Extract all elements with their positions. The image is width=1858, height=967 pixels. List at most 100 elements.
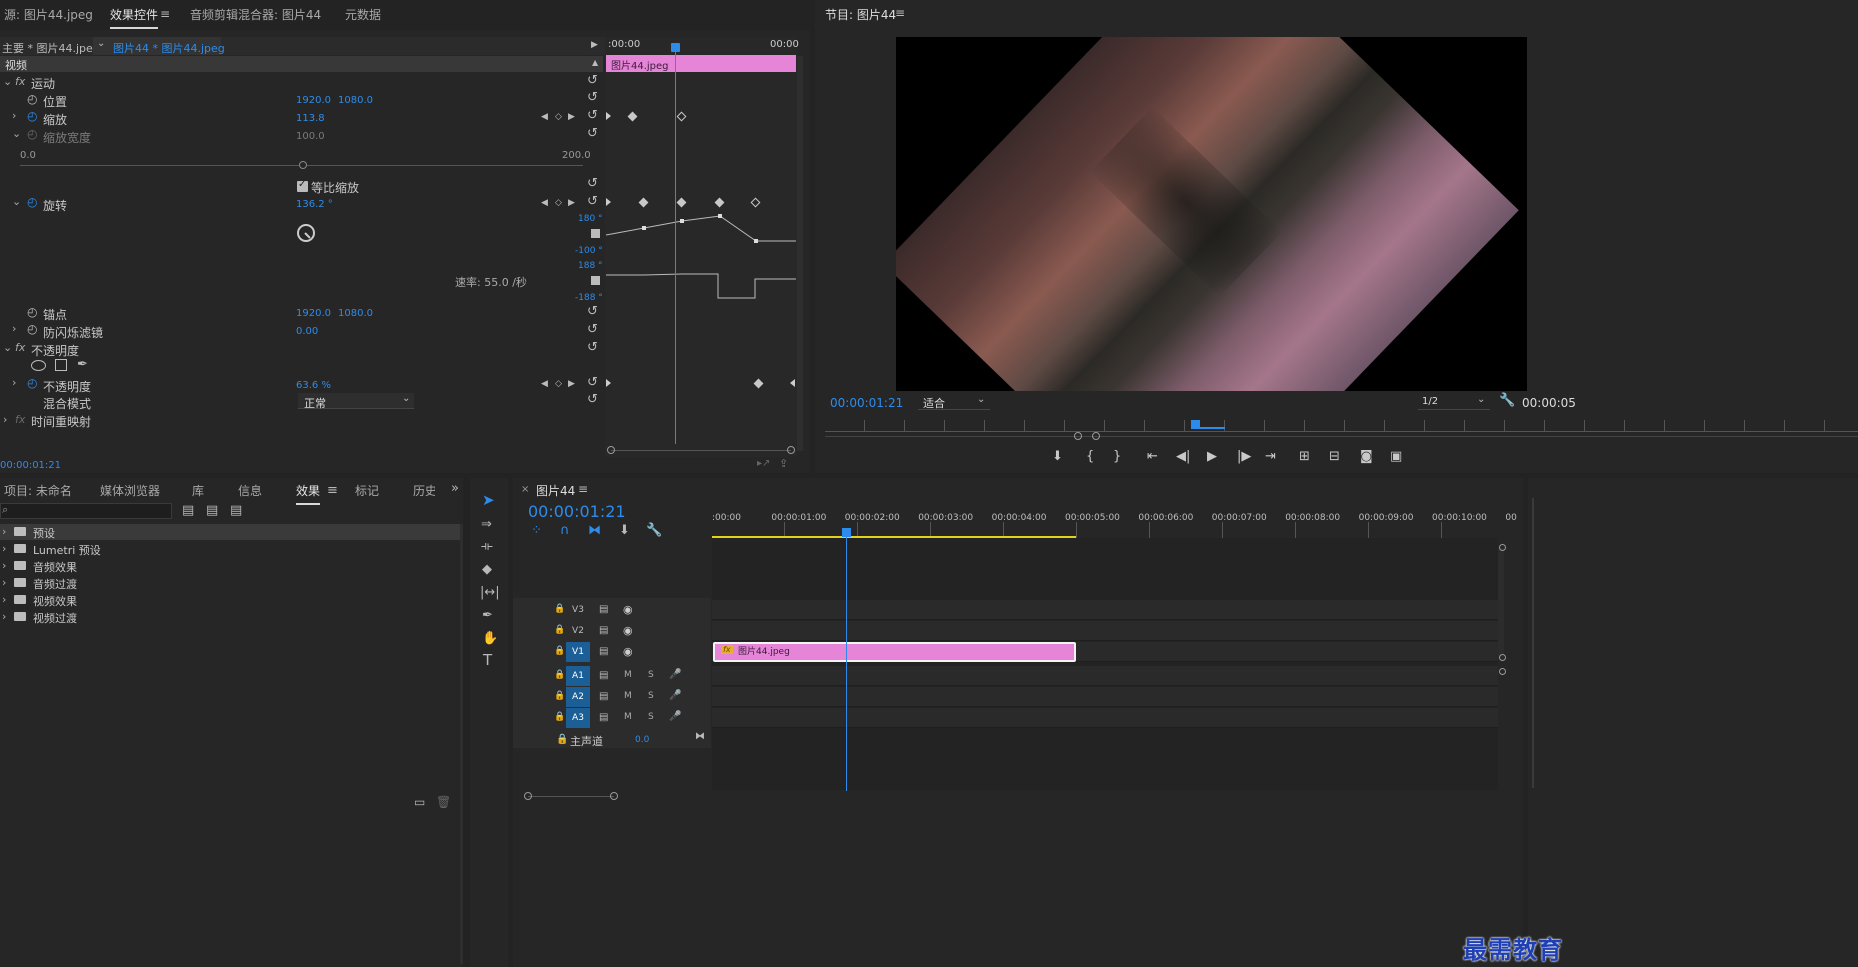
tab-history[interactable]: 历史 xyxy=(413,482,435,499)
go-to-out-icon[interactable]: ⇥ xyxy=(1265,450,1276,464)
list-item-label[interactable]: 视频过渡 xyxy=(33,610,77,626)
graph-toggle-icon[interactable] xyxy=(591,229,600,238)
expand-chevron-icon[interactable]: › xyxy=(2,559,6,572)
prev-keyframe-icon[interactable]: ◀ xyxy=(541,112,548,122)
tab-audio-clip-mixer[interactable]: 音频剪辑混合器: 图片44 xyxy=(190,6,321,23)
add-keyframe-icon[interactable]: ◇ xyxy=(555,112,562,122)
go-to-end-icon[interactable]: ⧓ xyxy=(695,731,705,742)
nest-icon[interactable]: ⁘ xyxy=(531,524,542,537)
scale-value[interactable]: 113.8 xyxy=(296,113,325,124)
expand-chevron-icon[interactable]: › xyxy=(12,109,16,122)
tab-effects[interactable]: 效果 xyxy=(296,482,321,505)
zoom-scroll-track[interactable] xyxy=(825,436,1858,437)
sync-lock-icon[interactable]: ▤ xyxy=(599,712,608,723)
sync-lock-icon[interactable]: ▤ xyxy=(599,646,608,657)
mini-playhead-head[interactable] xyxy=(671,43,680,52)
mark-out-icon[interactable]: } xyxy=(1113,450,1121,464)
tab-effect-controls[interactable]: 效果控件 xyxy=(110,6,159,29)
next-keyframe-icon[interactable]: ▶ xyxy=(568,198,575,208)
list-item-label[interactable]: 音频效果 xyxy=(33,559,77,575)
tab-media-browser[interactable]: 媒体浏览器 xyxy=(100,482,160,499)
pen-tool-icon[interactable]: ✒ xyxy=(482,609,493,622)
position-x-value[interactable]: 1920.0 xyxy=(296,95,331,106)
track-select-icon[interactable]: ⇒ xyxy=(481,518,492,531)
solo-button[interactable]: S xyxy=(648,670,654,680)
track-label[interactable]: A2 xyxy=(566,687,590,707)
add-keyframe-icon[interactable]: ◇ xyxy=(555,379,562,389)
lock-icon[interactable]: 🔒 xyxy=(554,691,565,701)
extract-icon[interactable]: ⊟ xyxy=(1329,450,1340,464)
close-icon[interactable]: × xyxy=(521,484,529,495)
stopwatch-icon[interactable]: ◴ xyxy=(27,305,37,319)
video-frame[interactable] xyxy=(896,37,1527,391)
comparison-view-icon[interactable]: ▣ xyxy=(1390,450,1402,464)
video-vscroll[interactable] xyxy=(1498,548,1504,658)
wrench-icon[interactable]: 🔧 xyxy=(646,524,662,537)
eye-icon[interactable]: ◉ xyxy=(623,645,633,658)
expand-chevron-icon[interactable]: › xyxy=(12,376,16,389)
search-field[interactable] xyxy=(0,503,172,519)
reset-icon[interactable]: ↺ xyxy=(587,304,598,319)
more-panels-icon[interactable]: » xyxy=(451,482,459,495)
pen-mask-icon[interactable]: ✒ xyxy=(77,357,88,372)
anchor-y-value[interactable]: 1080.0 xyxy=(338,308,373,319)
rotation-value[interactable]: 136.2 ° xyxy=(296,199,333,210)
flicker-value[interactable]: 0.00 xyxy=(296,326,318,337)
solo-button[interactable]: S xyxy=(648,691,654,701)
lock-icon[interactable]: 🔒 xyxy=(554,646,565,656)
expand-chevron-icon[interactable]: ⌄ xyxy=(3,341,12,354)
track-label[interactable]: A1 xyxy=(566,666,590,686)
effect-controls-time[interactable]: 00:00:01:21 xyxy=(0,460,61,471)
razor-tool-icon[interactable]: ◆ xyxy=(482,563,492,576)
zoom-handle[interactable] xyxy=(1499,544,1506,551)
step-back-icon[interactable]: ◀| xyxy=(1176,450,1190,464)
lock-icon[interactable]: 🔒 xyxy=(554,712,565,722)
solo-button[interactable]: S xyxy=(648,712,654,722)
reset-icon[interactable]: ↺ xyxy=(587,322,598,337)
zoom-handle[interactable] xyxy=(1499,668,1506,675)
zoom-handle[interactable] xyxy=(1092,432,1100,440)
microphone-icon[interactable]: 🎤 xyxy=(669,711,681,722)
sync-lock-icon[interactable]: ▤ xyxy=(599,604,608,615)
camera-icon[interactable]: ◙ xyxy=(1360,450,1373,464)
tab-metadata[interactable]: 元数据 xyxy=(345,6,381,23)
track-label[interactable]: V3 xyxy=(566,600,590,620)
reset-icon[interactable]: ↺ xyxy=(587,194,598,209)
zoom-handle[interactable] xyxy=(524,792,532,800)
type-tool-icon[interactable]: T xyxy=(483,653,492,668)
expand-chevron-icon[interactable]: ⌄ xyxy=(12,127,21,140)
sequence-tab[interactable]: 图片44 xyxy=(536,482,575,499)
next-keyframe-icon[interactable]: ▶ xyxy=(568,379,575,389)
lock-icon[interactable]: 🔒 xyxy=(556,734,568,745)
mute-button[interactable]: M xyxy=(624,712,632,722)
work-area-bar[interactable] xyxy=(712,536,1076,538)
expand-chevron-icon[interactable]: ⌄ xyxy=(3,75,12,88)
lift-icon[interactable]: ⊞ xyxy=(1299,450,1310,464)
fx-badge[interactable]: fx xyxy=(15,341,25,354)
sync-lock-icon[interactable]: ▤ xyxy=(599,691,608,702)
scale-width-slider-thumb[interactable] xyxy=(299,161,307,169)
tab-project[interactable]: 项目: 未命名 xyxy=(4,482,72,499)
hamburger-icon[interactable]: ≡ xyxy=(578,482,588,496)
list-item-label[interactable]: 视频效果 xyxy=(33,593,77,609)
program-ruler[interactable] xyxy=(825,420,1858,432)
list-scrollbar[interactable] xyxy=(460,524,463,964)
track-label[interactable]: V1 xyxy=(566,642,590,662)
list-item[interactable] xyxy=(0,524,460,540)
play-icon[interactable]: ▶ xyxy=(1207,450,1217,464)
reset-icon[interactable]: ↺ xyxy=(587,340,598,355)
slip-tool-icon[interactable]: |↔| xyxy=(480,586,500,599)
stopwatch-active-icon[interactable]: ◴ xyxy=(27,195,37,209)
anchor-x-value[interactable]: 1920.0 xyxy=(296,308,331,319)
stopwatch-icon[interactable]: ◴ xyxy=(27,92,37,106)
timeline-timecode[interactable]: 00:00:01:21 xyxy=(528,502,626,521)
reset-icon[interactable]: ↺ xyxy=(587,176,598,191)
position-y-value[interactable]: 1080.0 xyxy=(338,95,373,106)
add-marker-icon[interactable]: ⬇ xyxy=(619,524,630,537)
hamburger-icon[interactable]: ≡ xyxy=(327,484,338,497)
mini-scroll-handle[interactable] xyxy=(607,446,615,454)
reset-icon[interactable]: ↺ xyxy=(587,108,598,123)
wrench-icon[interactable]: 🔧 xyxy=(1499,393,1515,408)
program-monitor-title[interactable]: 节目: 图片44 xyxy=(825,6,896,23)
ellipse-mask-icon[interactable] xyxy=(31,360,46,371)
